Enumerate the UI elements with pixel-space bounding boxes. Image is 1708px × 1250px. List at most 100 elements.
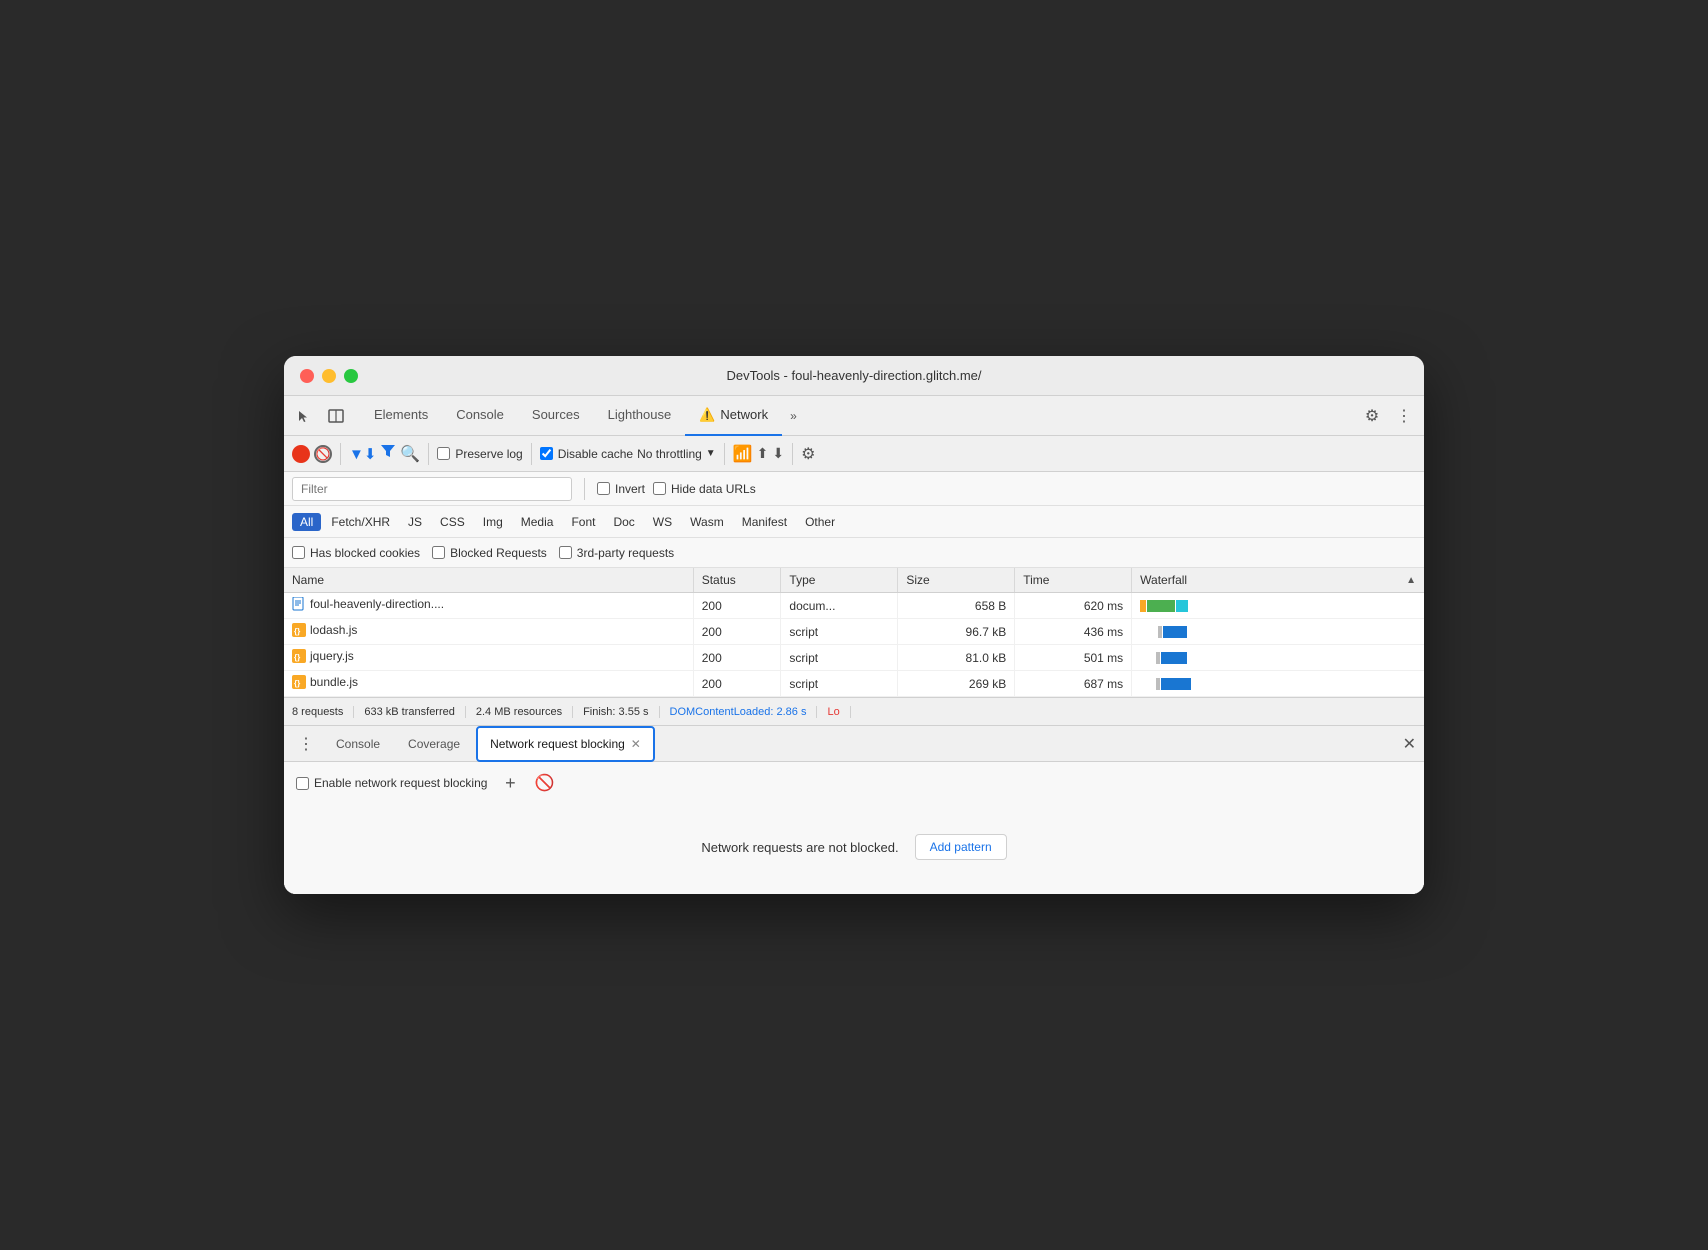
- cell-name-3: {} jquery.js: [284, 645, 693, 671]
- clear-button[interactable]: 🚫: [314, 445, 332, 463]
- type-btn-other[interactable]: Other: [797, 513, 843, 531]
- tab-sources[interactable]: Sources: [518, 396, 594, 436]
- disable-cache-checkbox[interactable]: Disable cache: [540, 447, 633, 461]
- not-blocked-row: Network requests are not blocked. Add pa…: [296, 810, 1412, 884]
- type-btn-all[interactable]: All: [292, 513, 321, 531]
- tab-lighthouse[interactable]: Lighthouse: [594, 396, 686, 436]
- settings-button[interactable]: ⚙: [1360, 404, 1384, 428]
- bottom-tab-dots[interactable]: ⋮: [292, 734, 320, 754]
- bottom-tab-bar: ⋮ Console Coverage Network request block…: [284, 726, 1424, 762]
- bottom-tab-network-blocking[interactable]: Network request blocking ✕: [476, 726, 655, 762]
- search-icon[interactable]: 🔍: [400, 444, 420, 464]
- top-tab-bar: Elements Console Sources Lighthouse ⚠️ N…: [284, 396, 1424, 436]
- wifi-icon[interactable]: 📶: [733, 444, 753, 464]
- table-row[interactable]: {} bundle.js 200 script 269 kB 687 ms: [284, 671, 1424, 697]
- more-options-button[interactable]: ⋮: [1392, 404, 1416, 428]
- type-btn-media[interactable]: Media: [513, 513, 562, 531]
- cell-size-2: 96.7 kB: [898, 619, 1015, 645]
- type-btn-fetch[interactable]: Fetch/XHR: [323, 513, 398, 531]
- enable-blocking-checkbox[interactable]: Enable network request blocking: [296, 776, 487, 790]
- filter-funnel-icon[interactable]: [380, 443, 396, 464]
- table-row[interactable]: {} jquery.js 200 script 81.0 kB 501 ms: [284, 645, 1424, 671]
- minimize-button[interactable]: [322, 369, 336, 383]
- download-icon[interactable]: ⬇: [772, 445, 784, 462]
- type-btn-css[interactable]: CSS: [432, 513, 473, 531]
- third-party-checkbox[interactable]: 3rd-party requests: [559, 546, 674, 560]
- upload-icon[interactable]: ⬆: [757, 445, 769, 462]
- th-name[interactable]: Name: [284, 568, 693, 593]
- hide-data-urls-checkbox[interactable]: Hide data URLs: [653, 482, 756, 496]
- record-button[interactable]: [292, 445, 310, 463]
- table-header-row: Name Status Type Size Time Waterfall ▲: [284, 568, 1424, 593]
- tab-bar-right: ⚙ ⋮: [1360, 404, 1416, 428]
- cell-status-2: 200: [693, 619, 781, 645]
- th-time[interactable]: Time: [1015, 568, 1132, 593]
- has-blocked-cookies-checkbox[interactable]: Has blocked cookies: [292, 546, 420, 560]
- js-icon: {}: [292, 675, 306, 689]
- window-title: DevTools - foul-heavenly-direction.glitc…: [726, 368, 981, 383]
- tab-console[interactable]: Console: [442, 396, 518, 436]
- bottom-tab-console[interactable]: Console: [324, 726, 392, 762]
- js-icon: {}: [292, 623, 306, 637]
- th-status[interactable]: Status: [693, 568, 781, 593]
- type-btn-img[interactable]: Img: [475, 513, 511, 531]
- cell-waterfall-3: [1132, 645, 1424, 671]
- close-button[interactable]: [300, 369, 314, 383]
- cell-waterfall-2: [1132, 619, 1424, 645]
- table-row[interactable]: {} lodash.js 200 script 96.7 kB 436 ms: [284, 619, 1424, 645]
- type-btn-wasm[interactable]: Wasm: [682, 513, 732, 531]
- th-size[interactable]: Size: [898, 568, 1015, 593]
- devtools-body: Elements Console Sources Lighthouse ⚠️ N…: [284, 396, 1424, 894]
- blocked-requests-checkbox[interactable]: Blocked Requests: [432, 546, 547, 560]
- cell-type-4: script: [781, 671, 898, 697]
- cursor-icon[interactable]: [292, 404, 316, 428]
- cell-size-3: 81.0 kB: [898, 645, 1015, 671]
- network-settings-icon[interactable]: ⚙: [801, 444, 815, 464]
- cell-type-2: script: [781, 619, 898, 645]
- cell-time-1: 620 ms: [1015, 593, 1132, 619]
- divider-filter: [584, 478, 585, 500]
- status-requests: 8 requests: [292, 706, 354, 718]
- preserve-log-checkbox[interactable]: Preserve log: [437, 447, 522, 461]
- add-pattern-plus-button[interactable]: +: [499, 772, 521, 794]
- th-waterfall[interactable]: Waterfall ▲: [1132, 568, 1424, 593]
- cell-status-3: 200: [693, 645, 781, 671]
- type-filter-bar: All Fetch/XHR JS CSS Img Media Font Doc …: [284, 506, 1424, 538]
- bottom-panel-close-button[interactable]: ✕: [1403, 734, 1416, 754]
- divider-3: [531, 443, 532, 465]
- network-table: Name Status Type Size Time Waterfall ▲: [284, 568, 1424, 697]
- type-btn-manifest[interactable]: Manifest: [734, 513, 795, 531]
- tab-more-button[interactable]: »: [782, 409, 805, 423]
- type-btn-font[interactable]: Font: [563, 513, 603, 531]
- type-btn-doc[interactable]: Doc: [605, 513, 642, 531]
- status-transferred: 633 kB transferred: [354, 706, 466, 718]
- cell-waterfall-4: [1132, 671, 1424, 697]
- maximize-button[interactable]: [344, 369, 358, 383]
- table-row[interactable]: foul-heavenly-direction.... 200 docum...…: [284, 593, 1424, 619]
- cell-status-4: 200: [693, 671, 781, 697]
- svg-text:{}: {}: [294, 653, 300, 662]
- add-pattern-button[interactable]: Add pattern: [915, 834, 1007, 860]
- cell-time-3: 501 ms: [1015, 645, 1132, 671]
- cell-type-1: docum...: [781, 593, 898, 619]
- cell-status-1: 200: [693, 593, 781, 619]
- bottom-tab-close-icon[interactable]: ✕: [631, 737, 641, 751]
- filter-input[interactable]: [292, 477, 572, 501]
- cell-size-4: 269 kB: [898, 671, 1015, 697]
- tab-elements[interactable]: Elements: [360, 396, 442, 436]
- tab-bar-icons: [292, 404, 348, 428]
- bottom-content: Enable network request blocking + 🚫 Netw…: [284, 762, 1424, 894]
- type-btn-ws[interactable]: WS: [645, 513, 680, 531]
- filter-icon[interactable]: ▼⬇: [349, 445, 376, 463]
- bottom-tab-coverage[interactable]: Coverage: [396, 726, 472, 762]
- dock-icon[interactable]: [324, 404, 348, 428]
- type-btn-js[interactable]: JS: [400, 513, 430, 531]
- block-icon[interactable]: 🚫: [533, 772, 555, 794]
- cell-type-3: script: [781, 645, 898, 671]
- js-icon: {}: [292, 649, 306, 663]
- throttle-select[interactable]: No throttling ▼: [637, 447, 716, 461]
- tab-network[interactable]: ⚠️ Network: [685, 396, 782, 436]
- th-type[interactable]: Type: [781, 568, 898, 593]
- traffic-lights: [300, 369, 358, 383]
- invert-checkbox[interactable]: Invert: [597, 482, 645, 496]
